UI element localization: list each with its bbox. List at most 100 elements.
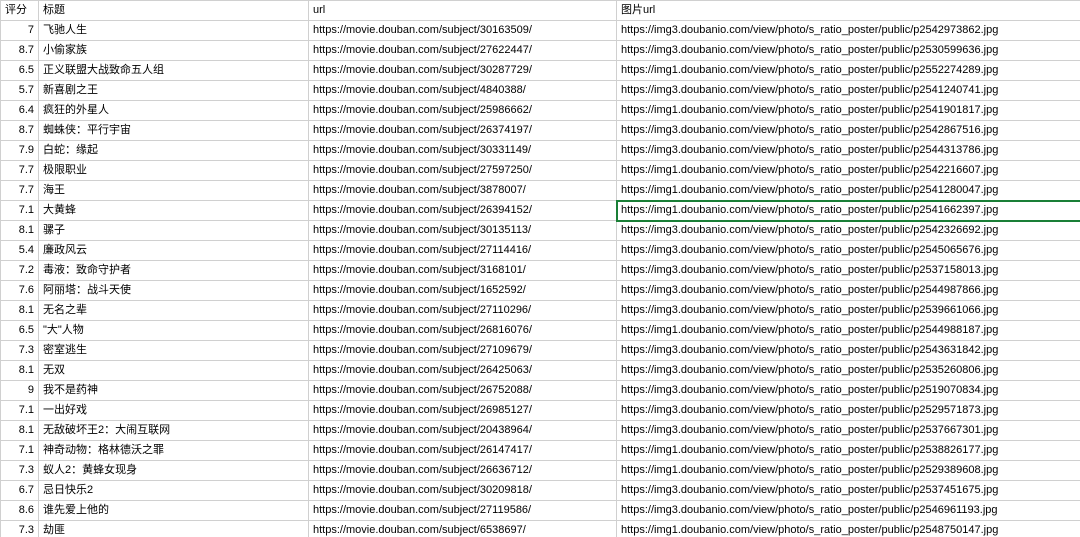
cell-url[interactable]: https://movie.douban.com/subject/2759725…: [309, 161, 617, 181]
cell-rating[interactable]: 7.6: [1, 281, 39, 301]
cell-title[interactable]: 忌日快乐2: [39, 481, 309, 501]
cell-title[interactable]: 海王: [39, 181, 309, 201]
spreadsheet-grid[interactable]: 评分 标题 url 图片url 7飞驰人生https://movie.douba…: [0, 0, 1080, 537]
col-header-rating[interactable]: 评分: [1, 1, 39, 21]
cell-img-url[interactable]: https://img3.doubanio.com/view/photo/s_r…: [617, 81, 1080, 101]
cell-img-url[interactable]: https://img3.doubanio.com/view/photo/s_r…: [617, 141, 1080, 161]
cell-url[interactable]: https://movie.douban.com/subject/2598666…: [309, 101, 617, 121]
cell-url[interactable]: https://movie.douban.com/subject/2637419…: [309, 121, 617, 141]
cell-img-url[interactable]: https://img1.doubanio.com/view/photo/s_r…: [617, 101, 1080, 121]
table-row[interactable]: 6.4疯狂的外星人https://movie.douban.com/subjec…: [1, 101, 1080, 121]
cell-rating[interactable]: 8.7: [1, 121, 39, 141]
cell-url[interactable]: https://movie.douban.com/subject/2711441…: [309, 241, 617, 261]
table-row[interactable]: 8.1无敌破坏王2：大闹互联网https://movie.douban.com/…: [1, 421, 1080, 441]
cell-rating[interactable]: 7.1: [1, 441, 39, 461]
table-row[interactable]: 7.3密室逃生https://movie.douban.com/subject/…: [1, 341, 1080, 361]
cell-url[interactable]: https://movie.douban.com/subject/2698512…: [309, 401, 617, 421]
cell-title[interactable]: 谁先爱上他的: [39, 501, 309, 521]
cell-title[interactable]: 飞驰人生: [39, 21, 309, 41]
cell-img-url[interactable]: https://img3.doubanio.com/view/photo/s_r…: [617, 281, 1080, 301]
cell-title[interactable]: 蜘蛛侠：平行宇宙: [39, 121, 309, 141]
cell-url[interactable]: https://movie.douban.com/subject/2043896…: [309, 421, 617, 441]
table-row[interactable]: 7.3蚁人2：黄蜂女现身https://movie.douban.com/sub…: [1, 461, 1080, 481]
table-row[interactable]: 7.2毒液：致命守护者https://movie.douban.com/subj…: [1, 261, 1080, 281]
cell-url[interactable]: https://movie.douban.com/subject/2663671…: [309, 461, 617, 481]
cell-img-url[interactable]: https://img1.doubanio.com/view/photo/s_r…: [617, 61, 1080, 81]
cell-url[interactable]: https://movie.douban.com/subject/2639415…: [309, 201, 617, 221]
cell-title[interactable]: 毒液：致命守护者: [39, 261, 309, 281]
table-row[interactable]: 8.7小偷家族https://movie.douban.com/subject/…: [1, 41, 1080, 61]
cell-title[interactable]: 阿丽塔：战斗天使: [39, 281, 309, 301]
cell-rating[interactable]: 7.3: [1, 461, 39, 481]
cell-img-url[interactable]: https://img1.doubanio.com/view/photo/s_r…: [617, 321, 1080, 341]
cell-url[interactable]: https://movie.douban.com/subject/6538697…: [309, 521, 617, 537]
table-row[interactable]: 7.9白蛇：缘起https://movie.douban.com/subject…: [1, 141, 1080, 161]
table-row[interactable]: 7.1神奇动物：格林德沃之罪https://movie.douban.com/s…: [1, 441, 1080, 461]
cell-title[interactable]: 小偷家族: [39, 41, 309, 61]
cell-img-url[interactable]: https://img3.doubanio.com/view/photo/s_r…: [617, 361, 1080, 381]
cell-rating[interactable]: 7.7: [1, 161, 39, 181]
cell-rating[interactable]: 7.3: [1, 521, 39, 537]
cell-img-url[interactable]: https://img3.doubanio.com/view/photo/s_r…: [617, 501, 1080, 521]
cell-img-url[interactable]: https://img1.doubanio.com/view/photo/s_r…: [617, 461, 1080, 481]
cell-rating[interactable]: 5.4: [1, 241, 39, 261]
table-row[interactable]: 6.5正义联盟大战致命五人组https://movie.douban.com/s…: [1, 61, 1080, 81]
cell-title[interactable]: 新喜剧之王: [39, 81, 309, 101]
cell-rating[interactable]: 7.1: [1, 201, 39, 221]
cell-img-url[interactable]: https://img3.doubanio.com/view/photo/s_r…: [617, 221, 1080, 241]
cell-img-url[interactable]: https://img3.doubanio.com/view/photo/s_r…: [617, 121, 1080, 141]
cell-rating[interactable]: 7.2: [1, 261, 39, 281]
cell-title[interactable]: 大黄蜂: [39, 201, 309, 221]
cell-img-url[interactable]: https://img3.doubanio.com/view/photo/s_r…: [617, 241, 1080, 261]
cell-img-url[interactable]: https://img3.doubanio.com/view/photo/s_r…: [617, 421, 1080, 441]
table-row[interactable]: 8.1无双https://movie.douban.com/subject/26…: [1, 361, 1080, 381]
cell-rating[interactable]: 9: [1, 381, 39, 401]
cell-rating[interactable]: 8.1: [1, 421, 39, 441]
cell-img-url[interactable]: https://img3.doubanio.com/view/photo/s_r…: [617, 41, 1080, 61]
cell-url[interactable]: https://movie.douban.com/subject/3168101…: [309, 261, 617, 281]
cell-title[interactable]: 一出好戏: [39, 401, 309, 421]
cell-title[interactable]: 蚁人2：黄蜂女现身: [39, 461, 309, 481]
cell-rating[interactable]: 5.7: [1, 81, 39, 101]
table-row[interactable]: 5.4廉政风云https://movie.douban.com/subject/…: [1, 241, 1080, 261]
cell-rating[interactable]: 6.5: [1, 61, 39, 81]
col-header-title[interactable]: 标题: [39, 1, 309, 21]
cell-rating[interactable]: 7.3: [1, 341, 39, 361]
cell-url[interactable]: https://movie.douban.com/subject/3013511…: [309, 221, 617, 241]
cell-url[interactable]: https://movie.douban.com/subject/3878007…: [309, 181, 617, 201]
cell-rating[interactable]: 8.1: [1, 361, 39, 381]
cell-url[interactable]: https://movie.douban.com/subject/2675208…: [309, 381, 617, 401]
cell-title[interactable]: 廉政风云: [39, 241, 309, 261]
table-row[interactable]: 7.6阿丽塔：战斗天使https://movie.douban.com/subj…: [1, 281, 1080, 301]
table-row[interactable]: 7.1一出好戏https://movie.douban.com/subject/…: [1, 401, 1080, 421]
cell-title[interactable]: 无敌破坏王2：大闹互联网: [39, 421, 309, 441]
cell-title[interactable]: 密室逃生: [39, 341, 309, 361]
cell-url[interactable]: https://movie.douban.com/subject/2614741…: [309, 441, 617, 461]
cell-url[interactable]: https://movie.douban.com/subject/3033114…: [309, 141, 617, 161]
cell-url[interactable]: https://movie.douban.com/subject/1652592…: [309, 281, 617, 301]
cell-title[interactable]: 正义联盟大战致命五人组: [39, 61, 309, 81]
cell-title[interactable]: 无名之辈: [39, 301, 309, 321]
col-header-url[interactable]: url: [309, 1, 617, 21]
table-row[interactable]: 8.1骡子https://movie.douban.com/subject/30…: [1, 221, 1080, 241]
cell-img-url[interactable]: https://img3.doubanio.com/view/photo/s_r…: [617, 301, 1080, 321]
table-row[interactable]: 8.1无名之辈https://movie.douban.com/subject/…: [1, 301, 1080, 321]
cell-rating[interactable]: 6.5: [1, 321, 39, 341]
cell-title[interactable]: 神奇动物：格林德沃之罪: [39, 441, 309, 461]
cell-rating[interactable]: 7: [1, 21, 39, 41]
cell-rating[interactable]: 8.6: [1, 501, 39, 521]
cell-url[interactable]: https://movie.douban.com/subject/2642506…: [309, 361, 617, 381]
cell-rating[interactable]: 7.1: [1, 401, 39, 421]
table-row[interactable]: 6.7忌日快乐2https://movie.douban.com/subject…: [1, 481, 1080, 501]
cell-title[interactable]: 无双: [39, 361, 309, 381]
cell-img-url[interactable]: https://img3.doubanio.com/view/photo/s_r…: [617, 21, 1080, 41]
cell-title[interactable]: "大"人物: [39, 321, 309, 341]
table-row[interactable]: 9我不是药神https://movie.douban.com/subject/2…: [1, 381, 1080, 401]
cell-rating[interactable]: 6.4: [1, 101, 39, 121]
table-row[interactable]: 8.7蜘蛛侠：平行宇宙https://movie.douban.com/subj…: [1, 121, 1080, 141]
cell-rating[interactable]: 8.7: [1, 41, 39, 61]
cell-img-url[interactable]: https://img3.doubanio.com/view/photo/s_r…: [617, 381, 1080, 401]
cell-url[interactable]: https://movie.douban.com/subject/3016350…: [309, 21, 617, 41]
table-row[interactable]: 5.7新喜剧之王https://movie.douban.com/subject…: [1, 81, 1080, 101]
table-row[interactable]: 7.7海王https://movie.douban.com/subject/38…: [1, 181, 1080, 201]
